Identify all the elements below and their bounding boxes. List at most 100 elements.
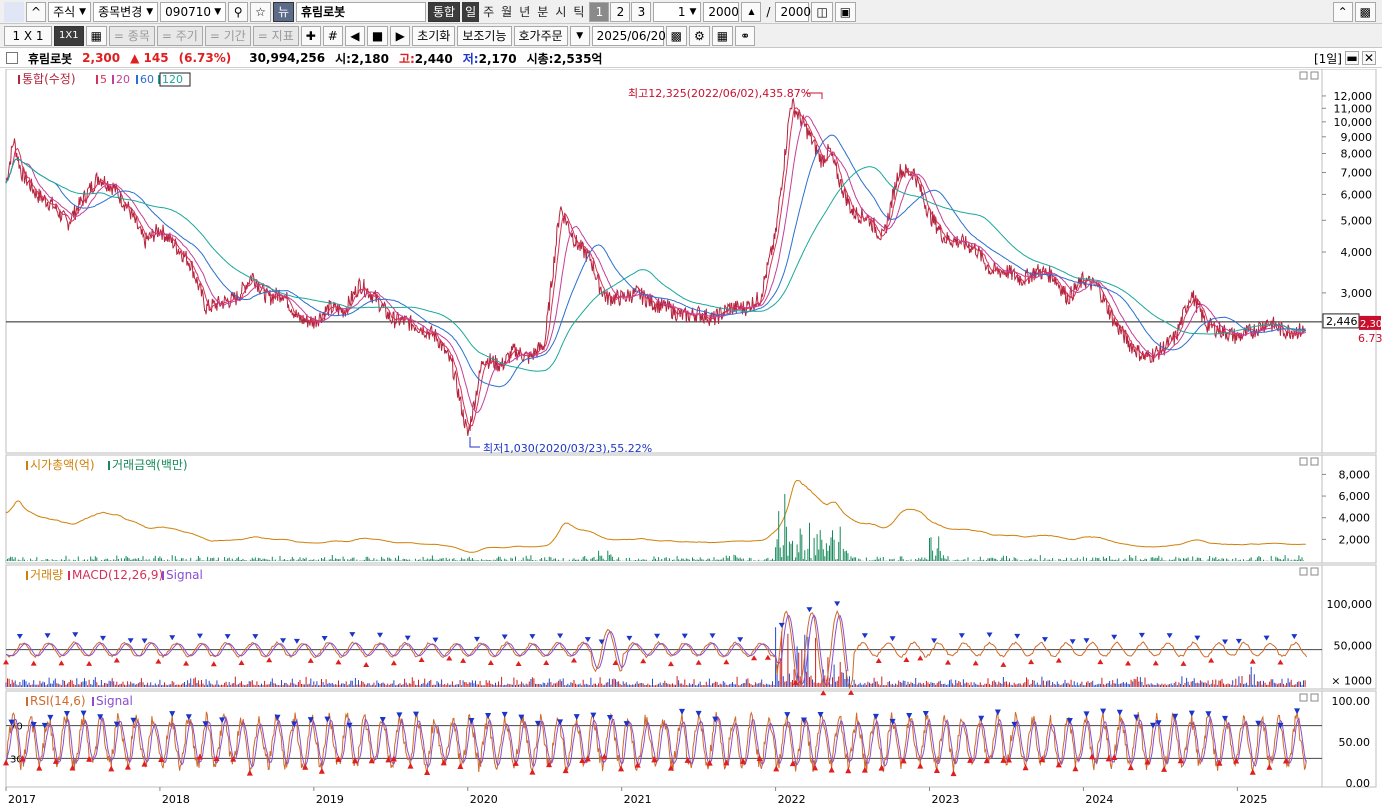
- legend-swatch: [136, 75, 138, 84]
- reset-button[interactable]: 초기화: [412, 25, 456, 46]
- period-tab[interactable]: 틱: [570, 2, 587, 22]
- settings-icon[interactable]: ▩: [1354, 1, 1376, 22]
- y-tick-label: 6,000: [1339, 490, 1371, 503]
- aux-button[interactable]: 보조기능: [457, 25, 512, 46]
- save-icon[interactable]: ▣: [834, 1, 857, 22]
- search-icon[interactable]: ⚲: [228, 1, 249, 22]
- collapse-icon[interactable]: ⌃: [1332, 1, 1353, 22]
- legend-swatch: [26, 571, 28, 580]
- number-tab[interactable]: 1: [589, 1, 610, 22]
- integrated-button[interactable]: 통합: [427, 1, 461, 22]
- toolbar-items: = 종목 = 주기 = 기간 = 지표: [108, 25, 299, 46]
- y-tick-label: 5,000: [1341, 214, 1373, 227]
- spin-icon[interactable]: ▲: [741, 1, 762, 22]
- legend-title: 시가총액(억): [30, 458, 95, 472]
- high-annotation: 최고12,325(2022/06/02),435.87%: [628, 87, 811, 100]
- legend-item: 20: [116, 73, 130, 86]
- stock-code-input[interactable]: 090710 ▼: [160, 1, 227, 22]
- y-tick-label: 7,000: [1341, 167, 1373, 180]
- open: 시:2,180: [335, 51, 389, 66]
- next-icon[interactable]: ▶: [390, 25, 411, 46]
- period-tab[interactable]: 분: [534, 2, 551, 22]
- panel-close-icon: [1310, 567, 1319, 576]
- y-tick-label: 4,000: [1339, 512, 1371, 525]
- period-tab[interactable]: 년: [516, 2, 533, 22]
- legend-title: 거래량: [30, 568, 63, 582]
- legend-title: 통합(수정): [22, 72, 76, 86]
- globe-icon[interactable]: ⚭: [735, 25, 756, 46]
- number-tabs: 123: [589, 1, 652, 22]
- legend-swatch: [112, 75, 114, 84]
- table-icon[interactable]: ▦: [85, 25, 107, 46]
- stock-name-field: 휴림로봇: [295, 1, 426, 22]
- chevron-down-icon[interactable]: ▼: [569, 25, 590, 46]
- toolbar-item[interactable]: = 주기: [156, 25, 203, 46]
- y-tick-label: 8,000: [1339, 468, 1371, 481]
- stock-name: 휴림로봇: [28, 51, 73, 66]
- y-tick-label: 0.00: [1346, 777, 1371, 790]
- y-tick-label: × 1000: [1331, 674, 1372, 687]
- legend-swatch: [26, 461, 28, 470]
- grid-icon[interactable]: #: [322, 25, 343, 46]
- window-new-icon[interactable]: ◫: [811, 1, 833, 22]
- last-pct: 6.73%: [1358, 332, 1382, 345]
- calendar-icon[interactable]: ▩: [665, 25, 688, 46]
- legend-title: RSI(14,6): [30, 694, 86, 708]
- low-annotation: 최저1,030(2020/03/23),55.22%: [483, 442, 652, 455]
- layout-1x1-button[interactable]: 1X1: [54, 25, 84, 46]
- y-tick-label: 100.00: [1332, 695, 1371, 708]
- stop-icon[interactable]: ■: [366, 25, 389, 46]
- number-tab[interactable]: 3: [631, 1, 652, 22]
- period-tab[interactable]: 주: [480, 2, 497, 22]
- menu-button[interactable]: [4, 1, 24, 22]
- mcap: 시총:2,535억: [526, 51, 603, 66]
- legend-item: Signal: [96, 694, 133, 708]
- close-icon[interactable]: ✕: [1362, 51, 1376, 65]
- layout-button[interactable]: 1 X 1: [4, 25, 52, 46]
- panel-close-icon: [1310, 71, 1319, 80]
- y-tick-label: 6,000: [1341, 188, 1373, 201]
- stock-chart[interactable]: 3,000 4,000 5,000 6,000 7,000 8,000 9,000 10,00…: [0, 69, 1382, 810]
- legend-swatch: [68, 571, 70, 580]
- period-tag: [1일]: [1313, 51, 1342, 66]
- period-tab[interactable]: 일: [462, 1, 480, 22]
- period-tab[interactable]: 시: [552, 2, 569, 22]
- toolbar-item[interactable]: = 종목: [108, 25, 155, 46]
- y-tick-label: 100,000: [1327, 598, 1373, 611]
- x-tick-label: 2024: [1085, 793, 1113, 806]
- date-input[interactable]: 2025/06/20: [591, 25, 666, 46]
- crosshair-icon[interactable]: ✚: [300, 25, 321, 46]
- order-button[interactable]: 호가주문: [513, 25, 568, 46]
- chevron-up-icon[interactable]: ^: [26, 1, 47, 22]
- period-tab[interactable]: 월: [498, 2, 515, 22]
- checkbox-icon[interactable]: [6, 52, 18, 64]
- indicator-icon[interactable]: ▦: [711, 25, 734, 46]
- legend-swatch: [18, 75, 20, 84]
- number-tab[interactable]: 2: [610, 1, 631, 22]
- count-input[interactable]: 2000: [703, 1, 740, 22]
- change-stock-select[interactable]: 종목변경 ▼: [93, 1, 159, 22]
- x-tick-label: 2025: [1239, 793, 1267, 806]
- change-pct: (6.73%): [178, 51, 232, 65]
- news-badge[interactable]: 뉴: [272, 1, 294, 22]
- legend-item: 120: [162, 73, 183, 86]
- panel-3: [5, 564, 1377, 690]
- legend-item: 거래금액(백만): [112, 458, 188, 472]
- toolbar-item[interactable]: = 지표: [252, 25, 299, 46]
- prev-icon[interactable]: ◀: [344, 25, 365, 46]
- legend-swatch: [26, 697, 28, 706]
- star-icon[interactable]: ☆: [250, 1, 271, 22]
- x-tick-label: 2021: [624, 793, 652, 806]
- panel-close-icon: [1310, 457, 1319, 466]
- minimize-icon[interactable]: ▬: [1345, 51, 1359, 65]
- total-field: 2000: [775, 1, 811, 22]
- interval-select[interactable]: 1 ▼: [653, 1, 702, 22]
- toolbar-item[interactable]: = 기간: [204, 25, 251, 46]
- legend-item: 5: [100, 73, 107, 86]
- panel-1: [5, 69, 1377, 454]
- gear-icon[interactable]: ⚙: [689, 25, 710, 46]
- y-tick-label: 12,000: [1334, 90, 1373, 103]
- legend-item: MACD(12,26,9): [72, 568, 163, 582]
- panel-minimize-icon: [1299, 71, 1308, 80]
- market-select[interactable]: 주식 ▼: [48, 1, 92, 22]
